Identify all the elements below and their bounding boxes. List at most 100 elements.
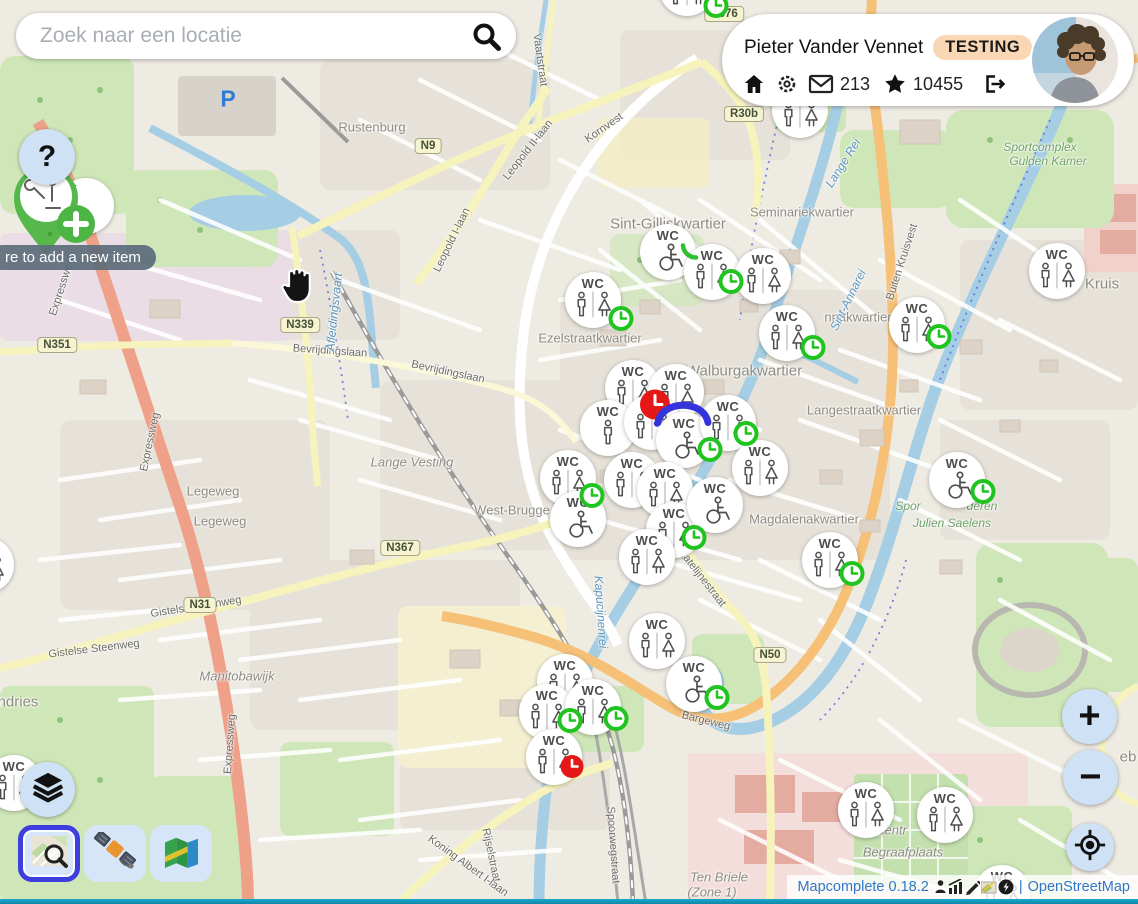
wheelchair-pictogram-icon (667, 431, 701, 464)
wheelchair-pictogram-icon (651, 243, 685, 276)
toilet-pictogram-icon (706, 414, 750, 446)
toilet-marker-label: WC (557, 455, 580, 468)
road-shield: N367 (380, 540, 420, 556)
toilet-marker-mw[interactable]: WC (565, 679, 621, 735)
toilet-marker-wh[interactable]: WC (929, 452, 985, 508)
geolocate-button[interactable] (1066, 823, 1114, 871)
toilet-pictogram-icon (625, 548, 669, 580)
toilet-marker-label: WC (641, 399, 664, 412)
toilet-marker-label: WC (654, 467, 677, 480)
toilet-pictogram-icon (0, 556, 8, 588)
user-panel: Pieter Vander Vennet TESTING 213 10455 (722, 14, 1134, 106)
toilet-marker-label: WC (597, 405, 620, 418)
toilet-marker-label: WC (673, 417, 696, 430)
background-option-map[interactable] (150, 825, 212, 882)
toilet-marker-mw[interactable]: WC (735, 248, 791, 304)
star-icon[interactable] (883, 72, 907, 96)
search-input[interactable] (38, 23, 471, 49)
background-option-satellite[interactable] (84, 825, 146, 882)
toilet-pictogram-icon (808, 551, 852, 583)
toilet-pictogram-icon (765, 324, 809, 356)
toilet-marker-label: WC (934, 792, 957, 805)
toilet-pictogram-icon (1035, 262, 1079, 294)
toilet-marker-label: WC (701, 249, 724, 262)
toilet-marker-label: WC (622, 365, 645, 378)
toilet-marker-label: WC (855, 787, 878, 800)
toilet-marker-label: WC (819, 537, 842, 550)
toilet-marker-label: WC (776, 310, 799, 323)
toilet-marker-label: WC (752, 253, 775, 266)
toilet-marker-label: WC (582, 277, 605, 290)
zoom-in-button[interactable]: + (1062, 689, 1117, 744)
background-style-bar (18, 825, 212, 882)
toilet-pictogram-icon (635, 632, 679, 664)
toilet-marker-mw[interactable]: WC (838, 782, 894, 838)
mapcomplete-version-link[interactable]: Mapcomplete 0.18.2 (797, 879, 928, 895)
layers-button[interactable] (20, 762, 75, 817)
toilet-marker-mw[interactable]: WC (565, 272, 621, 328)
toilet-marker-label: WC (543, 734, 566, 747)
wheelchair-pictogram-icon (561, 510, 595, 543)
background-option-osm[interactable] (18, 825, 80, 882)
toilet-pictogram-icon (690, 263, 734, 295)
avatar[interactable] (1032, 17, 1118, 103)
toilet-marker-wh[interactable]: WC (666, 656, 722, 712)
license-icon (998, 879, 1014, 895)
toilet-marker-label: WC (3, 760, 26, 773)
toilet-pictogram-icon (741, 267, 785, 299)
crosshair-icon (1073, 828, 1107, 867)
toilet-pictogram-icon (532, 748, 576, 780)
road-shield: N50 (753, 647, 786, 663)
toilet-marker-label: WC (946, 457, 969, 470)
toilet-pictogram-icon (895, 316, 939, 348)
theme-color-bar (0, 899, 1138, 904)
toilet-marker-mw[interactable]: WC (802, 532, 858, 588)
toilet-marker-label: WC (663, 507, 686, 520)
add-item-tooltip: re to add a new item (0, 245, 156, 270)
toilet-pictogram-icon (844, 801, 888, 833)
toilet-marker-mw[interactable]: WC (526, 729, 582, 785)
messages-icon[interactable] (808, 73, 834, 95)
mapcomplete-app: Brugge-Sint-PietersRustenburgSint-Gillis… (0, 0, 1138, 904)
layers-icon (28, 770, 68, 809)
help-button-label: ? (38, 140, 56, 174)
toilet-marker-mw[interactable]: WC (1029, 243, 1085, 299)
toilet-marker-mw[interactable]: WC (759, 305, 815, 361)
toilet-marker-mw[interactable]: WC (732, 440, 788, 496)
toilet-marker-mw[interactable]: WC (619, 529, 675, 585)
messages-count[interactable]: 213 (840, 74, 870, 95)
theme-map-icon (981, 880, 997, 895)
toilet-marker-wh[interactable]: WC (687, 477, 743, 533)
road-shield: N31 (183, 597, 216, 613)
home-icon[interactable] (742, 72, 766, 96)
toilet-pictogram-icon (600, 419, 616, 451)
toilet-marker-label: WC (683, 661, 706, 674)
help-button[interactable]: ? (19, 129, 75, 185)
wheelchair-pictogram-icon (698, 496, 732, 529)
zoom-out-button[interactable]: − (1063, 750, 1118, 805)
road-shield: R30b (724, 106, 764, 122)
toilet-marker-label: WC (567, 496, 590, 509)
satellite-icon (94, 832, 136, 875)
toilet-marker-label: WC (646, 618, 669, 631)
toilet-pictogram-icon (923, 806, 967, 838)
changesets-count[interactable]: 10455 (913, 74, 963, 95)
toilet-pictogram-icon (571, 698, 615, 730)
toilet-pictogram-icon (738, 459, 782, 491)
toilet-marker-label: WC (665, 369, 688, 382)
toilet-marker-mw[interactable]: WC (684, 244, 740, 300)
road-shield: N339 (280, 317, 320, 333)
openstreetmap-link[interactable]: OpenStreetMap (1028, 879, 1130, 895)
contributors-icon (934, 879, 947, 895)
edit-pencil-icon (965, 879, 980, 895)
toilet-marker-mw[interactable]: WC (917, 787, 973, 843)
attribution-icons (934, 879, 1014, 895)
search-icon[interactable] (471, 21, 502, 52)
logout-icon[interactable] (980, 72, 1006, 96)
testing-badge: TESTING (933, 35, 1032, 60)
toilet-marker-wh[interactable]: WC (550, 491, 606, 547)
toilet-marker-mw[interactable]: WC (889, 297, 945, 353)
gear-icon[interactable] (775, 72, 799, 96)
zoom-in-label: + (1078, 695, 1100, 738)
road-shield: N351 (37, 337, 77, 353)
